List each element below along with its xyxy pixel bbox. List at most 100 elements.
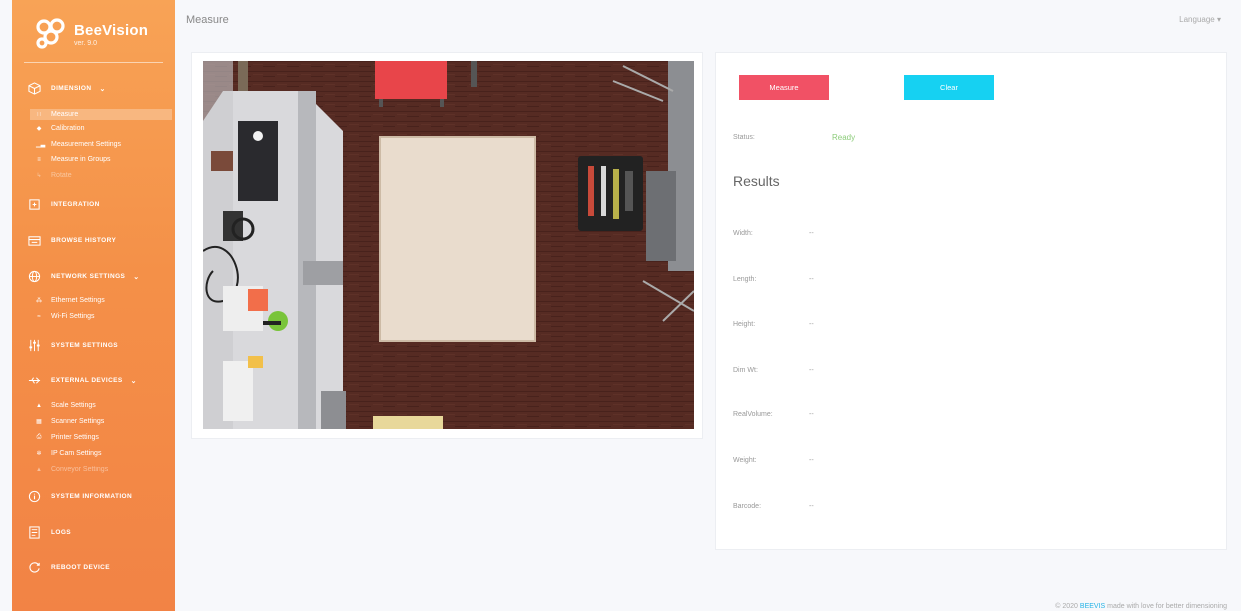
- history-icon: [28, 236, 41, 246]
- sidebar-subitem-label: Calibration: [51, 125, 85, 132]
- measure-button[interactable]: Measure: [739, 75, 829, 100]
- log-icon: [29, 526, 40, 539]
- wifi-icon: ≈: [37, 313, 41, 320]
- printer-icon: ⎙: [36, 434, 42, 440]
- result-value-length: --: [809, 276, 814, 283]
- result-value-real-volume: --: [809, 411, 814, 418]
- language-label: Language: [1179, 15, 1215, 24]
- sidebar-item-reboot-device[interactable]: Reboot Device: [28, 561, 110, 574]
- status-value: Ready: [832, 133, 856, 142]
- language-dropdown[interactable]: Language ▾: [1179, 15, 1221, 24]
- result-label-height: Height:: [733, 321, 756, 328]
- cube-icon: [28, 82, 41, 95]
- sidebar-subitem-ethernet-settings[interactable]: ⁂ Ethernet Settings: [36, 297, 105, 304]
- sidebar-subitem-label: Wi-Fi Settings: [51, 313, 95, 320]
- integration-icon: [29, 199, 40, 210]
- barcode-icon: ▦: [36, 419, 42, 425]
- chevron-down-icon: ▾: [1216, 15, 1221, 24]
- diamond-icon: ◆: [36, 126, 42, 132]
- result-label-real-volume: RealVolume:: [733, 411, 773, 418]
- sidebar-item-label: System Information: [51, 493, 133, 500]
- sidebar-subitem-rotate[interactable]: ↳ Rotate: [36, 172, 71, 179]
- ethernet-icon: ⁂: [36, 298, 42, 304]
- result-label-weight: Weight:: [733, 457, 757, 464]
- sidebar-subitem-label: Scanner Settings: [51, 418, 105, 425]
- scale-icon: ▲: [36, 402, 42, 409]
- camera-feed-image: [203, 61, 694, 429]
- sidebar-subitem-ip-cam-settings[interactable]: ✲ IP Cam Settings: [36, 450, 101, 457]
- sidebar-subitem-label: Conveyor Settings: [51, 466, 109, 473]
- chevron-down-icon: ⌄: [133, 273, 140, 281]
- hexagon-logo-icon: [36, 18, 65, 49]
- sidebar-subitem-measure-in-groups[interactable]: ≡ Measure in Groups: [36, 156, 111, 163]
- sidebar-item-label: Logs: [51, 529, 72, 536]
- sidebar-item-label: Network Settings: [51, 273, 126, 280]
- camera-icon: ✲: [36, 451, 42, 457]
- result-label-width: Width:: [733, 230, 753, 237]
- arrow-icon: ↳: [36, 173, 42, 179]
- app-version: ver. 9.0: [74, 39, 97, 47]
- sidebar-item-label: External Devices: [51, 377, 123, 384]
- sidebar-subitem-conveyor-settings[interactable]: ▲ Conveyor Settings: [36, 466, 108, 473]
- results-heading: Results: [733, 173, 780, 189]
- sidebar-subitem-printer-settings[interactable]: ⎙ Printer Settings: [36, 434, 99, 441]
- sidebar-subitem-label: Measure: [51, 111, 79, 118]
- sidebar-subitem-scanner-settings[interactable]: ▦ Scanner Settings: [36, 418, 104, 425]
- sidebar-item-external-devices[interactable]: External Devices ⌄: [28, 374, 137, 387]
- sidebar-item-logs[interactable]: Logs: [28, 526, 71, 539]
- app-name: BeeVision: [74, 21, 149, 39]
- chevron-down-icon: ⌄: [130, 377, 137, 385]
- result-label-barcode: Barcode:: [733, 503, 762, 510]
- usb-icon: [28, 377, 41, 384]
- result-value-height: --: [809, 321, 814, 328]
- result-label-length: Length:: [733, 276, 757, 283]
- sidebar-subitem-wifi-settings[interactable]: ≈ Wi-Fi Settings: [36, 313, 95, 320]
- sidebar-subitem-label: Ethernet Settings: [51, 297, 105, 304]
- list-icon: ≡: [37, 156, 41, 163]
- sidebar-item-label: Browse History: [51, 237, 117, 244]
- result-value-dim-wt: --: [809, 367, 814, 374]
- reboot-icon: [29, 562, 40, 573]
- sidebar-item-label: Reboot Device: [51, 564, 111, 571]
- sidebar-subitem-measurement-settings[interactable]: ▁▃ Measurement Settings: [36, 141, 121, 148]
- footer-tagline: made with love for better dimensioning: [1107, 603, 1227, 610]
- sidebar-subitem-label: Scale Settings: [51, 402, 96, 409]
- sidebar-item-integration[interactable]: Integration: [28, 198, 100, 211]
- sidebar-item-browse-history[interactable]: Browse History: [28, 234, 116, 247]
- sidebar-item-system-information[interactable]: System Information: [28, 490, 132, 503]
- conveyor-icon: ▲: [36, 466, 42, 473]
- footer-copyright: © 2020: [1055, 603, 1078, 610]
- sidebar-item-label: Dimension: [51, 85, 92, 92]
- result-label-dim-wt: Dim Wt:: [733, 367, 758, 374]
- sidebar-item-dimension[interactable]: Dimension ⌄: [28, 82, 106, 95]
- sidebar-item-label: System Settings: [51, 342, 119, 349]
- footer-brand-link[interactable]: BEEVIS: [1080, 603, 1105, 610]
- sidebar-subitem-label: Measure in Groups: [51, 156, 111, 163]
- result-value-width: --: [809, 230, 814, 237]
- sidebar-subitem-label: Printer Settings: [51, 434, 99, 441]
- sidebar-subitem-label: IP Cam Settings: [51, 450, 102, 457]
- sliders-icon: [29, 339, 40, 352]
- sidebar-subitem-calibration[interactable]: ◆ Calibration: [36, 125, 85, 132]
- result-value-barcode: --: [809, 503, 814, 510]
- bar-chart-icon: ▁▃: [36, 142, 46, 148]
- brand[interactable]: BeeVision ver. 9.0: [34, 14, 148, 54]
- sidebar-subitem-measure[interactable]: ∷ Measure: [30, 109, 172, 120]
- sidebar: BeeVision ver. 9.0 Dimension ⌄ ∷ Measure…: [12, 0, 175, 611]
- sidebar-divider: [24, 62, 163, 63]
- clear-button[interactable]: Clear: [904, 75, 994, 100]
- grid-icon: ∷: [37, 112, 41, 118]
- camera-panel: [191, 52, 703, 439]
- result-value-weight: --: [809, 457, 814, 464]
- sidebar-item-label: Integration: [51, 201, 100, 208]
- footer: © 2020 BEEVIS made with love for better …: [1055, 603, 1227, 610]
- chevron-down-icon: ⌄: [99, 85, 106, 93]
- globe-icon: [28, 270, 41, 283]
- sidebar-item-network-settings[interactable]: Network Settings ⌄: [28, 270, 140, 283]
- sidebar-subitem-scale-settings[interactable]: ▲ Scale Settings: [36, 402, 96, 409]
- sidebar-item-system-settings[interactable]: System Settings: [28, 339, 118, 352]
- page-title: Measure: [186, 14, 229, 26]
- status-label: Status:: [733, 134, 755, 141]
- results-panel: Measure Clear Status: Ready Results Widt…: [715, 52, 1227, 550]
- sidebar-subitem-label: Measurement Settings: [51, 141, 122, 148]
